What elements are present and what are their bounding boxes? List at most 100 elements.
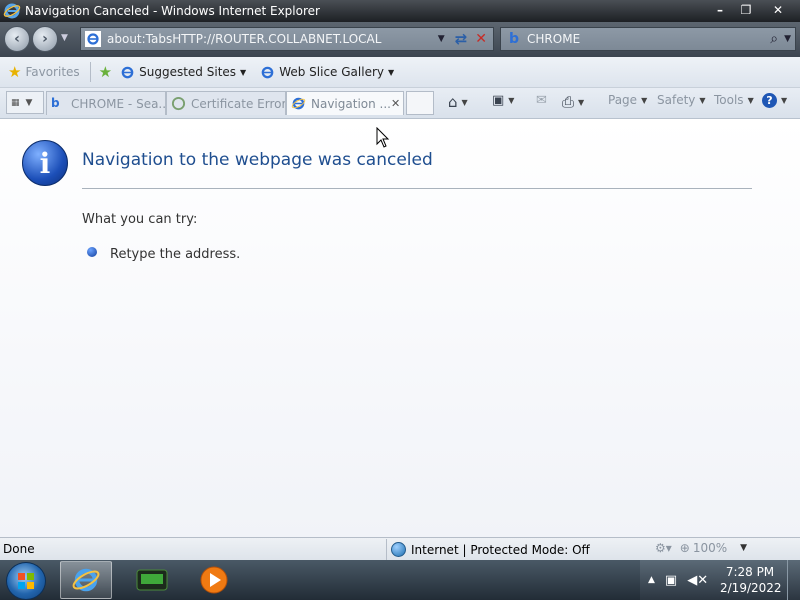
chevron-down-icon: ▼ [740,543,748,553]
close-button[interactable]: ✕ [760,1,796,19]
volume-muted-icon[interactable]: ◀✕ [687,573,708,588]
address-input[interactable]: about:TabsHTTP://ROUTER.COLLABNET.LOCAL [107,32,438,46]
taskbar-ie-button[interactable] [60,561,112,599]
chevron-down-icon: ▼ [240,67,247,77]
divider [82,188,752,189]
clock-time: 7:28 PM [725,565,775,579]
taskbar: ▲ ▣ ◀✕ 7:28 PM 2/19/2022 [0,560,800,600]
zone-text: Internet | Protected Mode: Off [411,542,590,557]
taskbar-app-button[interactable] [126,561,178,599]
suggested-sites-button[interactable]: Suggested Sites ▼ [120,65,246,80]
help-button[interactable]: ? ▼ [762,93,787,108]
page-content: i Navigation to the webpage was canceled… [0,119,800,537]
tab-certificate-error[interactable]: Certificate Error... [166,91,286,115]
clock-date: 2/19/2022 [720,581,782,595]
network-icon[interactable]: ▣ [665,573,677,588]
favorites-bar: ★ Favorites ★ Suggested Sites ▼ Web Slic… [0,57,800,88]
tab-label: Navigation ... [311,96,391,111]
feeds-button[interactable]: ▣ ▼ [492,93,514,108]
add-favorite-icon: ★ [98,63,113,81]
back-icon: ‹ [14,31,20,47]
chevron-down-icon: ▼ [641,95,648,105]
suggestion-retype-address: Retype the address. [110,247,241,262]
favorites-button[interactable]: ★ Favorites [8,63,80,81]
page-menu-label: Page [608,93,638,107]
tab-navigation-canceled[interactable]: Navigation ... ✕ [286,91,404,115]
ie-icon [261,66,274,78]
page-menu[interactable]: Page ▼ [608,93,647,107]
loading-icon [171,96,186,111]
page-title: Navigation to the webpage was canceled [82,150,433,170]
rss-icon: ▣ [492,93,505,108]
tab-chrome-search[interactable]: b CHROME - Sea... [46,91,166,115]
new-tab-button[interactable] [406,91,434,115]
print-icon: ⎙ [562,93,575,111]
chevron-down-icon: ▼ [781,96,788,105]
forward-icon: › [42,31,48,47]
zoom-control[interactable]: ⊕ 100% ▼ [680,541,747,555]
refresh-icon[interactable]: ⇄ [455,30,468,48]
chevron-down-icon: ▼ [387,67,395,77]
stop-icon[interactable]: ✕ [475,31,487,47]
globe-icon [391,542,406,557]
windows-start-icon [18,573,34,589]
help-icon: ? [762,93,777,108]
tab-close-icon[interactable]: ✕ [391,97,400,110]
home-button[interactable]: ⌂ ▼ [448,93,468,111]
ie-icon [3,3,21,19]
navigation-bar: ‹ › ▼ about:TabsHTTP://ROUTER.COLLABNET.… [0,22,800,57]
quick-tabs-icon: ▦ [11,97,20,108]
tools-menu-label: Tools [714,93,744,107]
tab-label: Certificate Error... [191,96,286,111]
search-input[interactable]: CHROME [527,32,770,46]
restore-button[interactable]: ❐ [734,1,758,19]
separator [89,62,91,82]
search-options-icon[interactable]: ▼ [784,34,791,44]
search-icon[interactable]: ⌕ [770,31,778,47]
bullet-icon [87,247,97,257]
security-zone[interactable]: Internet | Protected Mode: Off [386,539,590,560]
address-dropdown-icon[interactable]: ▼ [438,34,445,44]
bing-icon: b [51,96,60,110]
recent-pages-dropdown[interactable]: ▼ [61,33,68,43]
read-mail-button[interactable]: ✉ [536,93,547,108]
chevron-down-icon: ▼ [508,96,515,105]
mouse-cursor-icon [376,127,390,148]
terminal-app-icon [136,569,168,591]
ie-icon [72,568,100,592]
zoom-level: 100% [692,541,728,555]
clock[interactable]: 7:28 PM 2/19/2022 [720,564,782,596]
chevron-down-icon: ▼ [578,97,585,107]
tools-menu[interactable]: Tools ▼ [714,93,754,107]
forward-button[interactable]: › [32,26,58,52]
media-player-icon [200,566,228,594]
tab-bar: ▦ ▼ b CHROME - Sea... Certificate Error.… [0,88,800,119]
chevron-down-icon: ▼ [461,97,468,107]
quick-tabs-button[interactable]: ▦ ▼ [6,91,44,114]
add-to-favorites-bar-button[interactable]: ★ [99,63,112,81]
chevron-down-icon: ▼ [747,95,754,105]
minimize-button[interactable]: – [708,1,732,19]
show-desktop-button[interactable] [787,560,800,600]
tab-label: CHROME - Sea... [71,96,166,111]
popup-blocker-icon[interactable]: ⚙▾ [655,541,672,555]
taskbar-media-player-button[interactable] [188,561,240,599]
back-button[interactable]: ‹ [4,26,30,52]
web-slice-gallery-button[interactable]: Web Slice Gallery ▼ [260,65,394,80]
print-button[interactable]: ⎙ ▼ [562,93,584,111]
title-bar: Navigation Canceled - Windows Internet E… [0,0,800,22]
ie-page-icon [85,31,101,47]
search-box[interactable]: b CHROME ⌕ ▼ [500,27,796,51]
address-bar[interactable]: about:TabsHTTP://ROUTER.COLLABNET.LOCAL … [80,27,494,51]
chevron-down-icon: ▼ [25,97,33,108]
show-hidden-icons-icon[interactable]: ▲ [648,575,655,585]
favorites-label: Favorites [25,65,80,79]
start-button[interactable] [6,562,46,600]
safety-menu[interactable]: Safety ▼ [657,93,706,107]
zoom-icon: ⊕ [679,541,690,555]
bing-icon: b [509,31,520,47]
what-you-can-try-label: What you can try: [82,212,198,227]
web-slice-gallery-label: Web Slice Gallery [279,65,384,79]
safety-menu-label: Safety [657,93,696,107]
mail-icon: ✉ [536,93,547,108]
